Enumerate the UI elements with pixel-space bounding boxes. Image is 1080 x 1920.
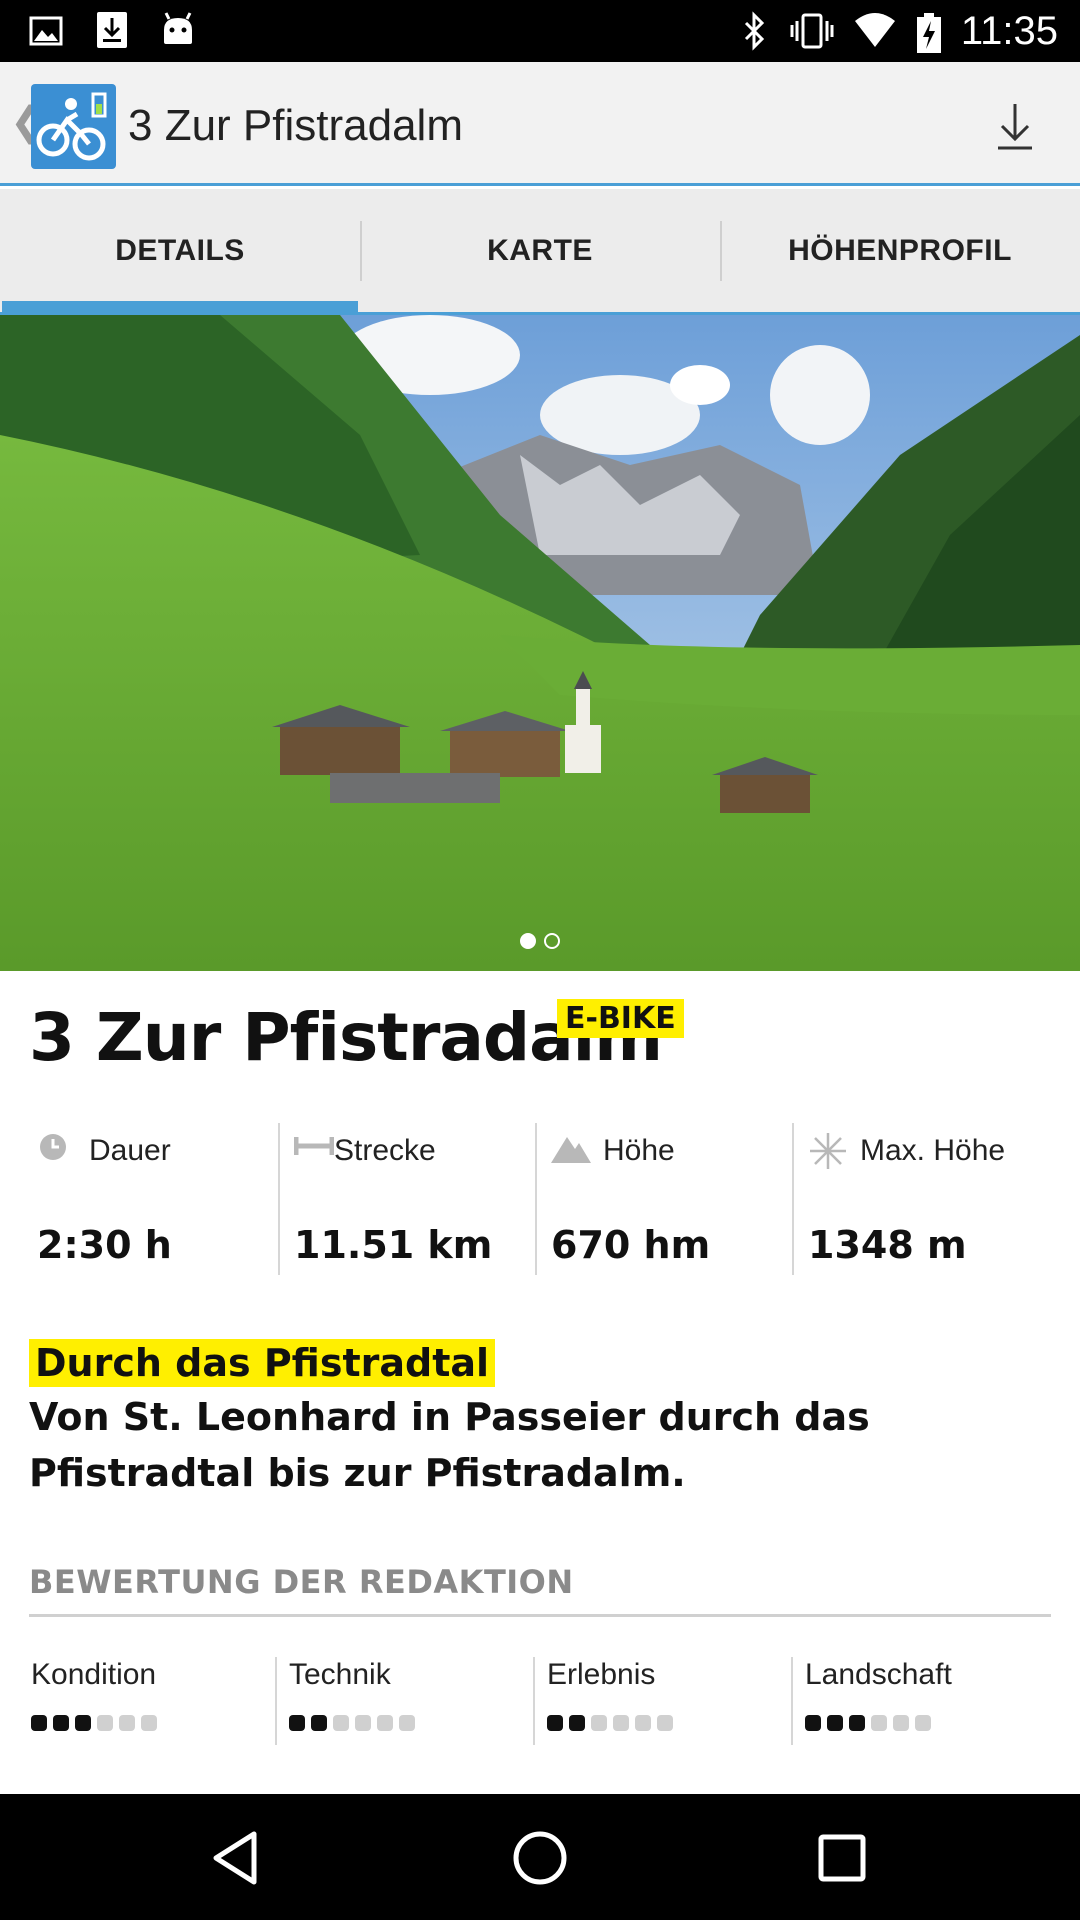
stat-duration: Dauer 2:30 h: [29, 1123, 278, 1275]
rating-dot-empty: [657, 1715, 673, 1731]
rating-dot-filled: [53, 1715, 69, 1731]
pager-dot: [544, 933, 560, 949]
rating-dot-filled: [547, 1715, 563, 1731]
stat-label: Strecke: [334, 1134, 436, 1167]
tab-hoehenprofil[interactable]: HÖHENPROFIL: [720, 189, 1080, 312]
distance-icon: [293, 1133, 335, 1169]
rating-dots: [31, 1715, 275, 1731]
home-icon: [513, 1831, 567, 1885]
android-icon: [160, 10, 196, 50]
rating-dot-empty: [355, 1715, 371, 1731]
route-subtitle: Durch das Pfistradtal: [29, 1339, 496, 1387]
image-icon: [28, 10, 64, 50]
tab-label: HÖHENPROFIL: [788, 233, 1012, 267]
back-button[interactable]: [206, 1826, 270, 1890]
rating-dot-empty: [333, 1715, 349, 1731]
battery-charging-icon: [915, 11, 943, 53]
rating-label: Erlebnis: [547, 1658, 656, 1691]
rating-dot-filled: [849, 1715, 865, 1731]
download-notification-icon: [94, 10, 130, 50]
rating-dots: [805, 1715, 1049, 1731]
stat-label: Max. Höhe: [860, 1134, 1006, 1167]
tab-karte[interactable]: KARTE: [360, 189, 720, 312]
stat-value: 2:30 h: [37, 1223, 172, 1267]
home-button[interactable]: [508, 1826, 572, 1890]
rating-dot-filled: [805, 1715, 821, 1731]
vibrate-icon: [789, 11, 835, 51]
system-nav-bar: [0, 1794, 1080, 1920]
stat-max-elevation: Max. Höhe 1348 m: [792, 1123, 1049, 1275]
rating-dot-empty: [399, 1715, 415, 1731]
clock-time: 11:35: [960, 8, 1058, 53]
bluetooth-icon: [737, 11, 771, 51]
carousel-pager: [0, 933, 1080, 949]
rating-dot-filled: [31, 1715, 47, 1731]
rating-landschaft: Landschaft: [791, 1657, 1049, 1745]
rating-dot-filled: [75, 1715, 91, 1731]
ebike-badge: E-BIKE: [557, 999, 684, 1038]
action-bar-title: 3 Zur Pfistradalm: [128, 101, 463, 150]
download-button[interactable]: [990, 98, 1040, 154]
stats-row: Dauer 2:30 h Strecke 11.51 km Höhe 670 h…: [29, 1123, 1049, 1275]
rating-dot-filled: [289, 1715, 305, 1731]
alpine-meadow-photo: [0, 315, 1080, 971]
stat-elevation: Höhe 670 hm: [535, 1123, 792, 1275]
stat-label: Höhe: [603, 1134, 675, 1167]
recents-button[interactable]: [810, 1826, 874, 1890]
rating-kondition: Kondition: [29, 1657, 275, 1745]
tab-label: KARTE: [487, 233, 593, 267]
mountain-icon: [551, 1133, 591, 1169]
rating-erlebnis: Erlebnis: [533, 1657, 791, 1745]
rating-heading: BEWERTUNG DER REDAKTION: [29, 1563, 574, 1601]
rating-dot-empty: [119, 1715, 135, 1731]
stat-label: Dauer: [89, 1134, 171, 1167]
stat-value: 670 hm: [551, 1223, 711, 1267]
rating-dot-empty: [893, 1715, 909, 1731]
rating-dot-empty: [141, 1715, 157, 1731]
peak-star-icon: [808, 1133, 848, 1169]
rating-technik: Technik: [275, 1657, 533, 1745]
rating-dot-empty: [591, 1715, 607, 1731]
download-icon: [998, 104, 1032, 150]
ebike-app-icon[interactable]: [31, 84, 116, 169]
rating-dot-empty: [377, 1715, 393, 1731]
tab-details[interactable]: DETAILS: [0, 189, 360, 315]
recents-icon: [818, 1834, 866, 1882]
stat-value: 11.51 km: [294, 1223, 493, 1267]
wifi-icon: [853, 11, 897, 51]
rating-dot-filled: [311, 1715, 327, 1731]
rating-dot-filled: [827, 1715, 843, 1731]
divider: [29, 1614, 1051, 1617]
status-bar: 11:35: [0, 0, 1080, 62]
tab-label: DETAILS: [115, 233, 245, 267]
back-icon: [213, 1831, 257, 1885]
route-description: Von St. Leonhard in Passeier durch das P…: [29, 1395, 870, 1495]
rating-dot-filled: [569, 1715, 585, 1731]
pager-dot-active: [520, 933, 536, 949]
stat-value: 1348 m: [808, 1223, 967, 1267]
action-bar: ❮ 3 Zur Pfistradalm: [0, 62, 1080, 186]
rating-dots: [289, 1715, 533, 1731]
stat-distance: Strecke 11.51 km: [278, 1123, 535, 1275]
hero-image-carousel[interactable]: [0, 315, 1080, 971]
ratings-row: Kondition Technik Erlebnis Landschaft: [29, 1657, 1049, 1745]
rating-dots: [547, 1715, 791, 1731]
rating-dot-empty: [613, 1715, 629, 1731]
rating-dot-empty: [871, 1715, 887, 1731]
details-content: 3 Zur Pfistradalm E-BIKE Dauer 2:30 h St…: [0, 971, 1080, 1794]
clock-icon: [37, 1133, 77, 1169]
rating-label: Technik: [289, 1658, 391, 1691]
rating-label: Landschaft: [805, 1658, 952, 1691]
rating-label: Kondition: [31, 1658, 157, 1691]
rating-dot-empty: [915, 1715, 931, 1731]
rating-dot-empty: [635, 1715, 651, 1731]
tab-bar: DETAILS KARTE HÖHENPROFIL: [0, 189, 1080, 315]
rating-dot-empty: [97, 1715, 113, 1731]
